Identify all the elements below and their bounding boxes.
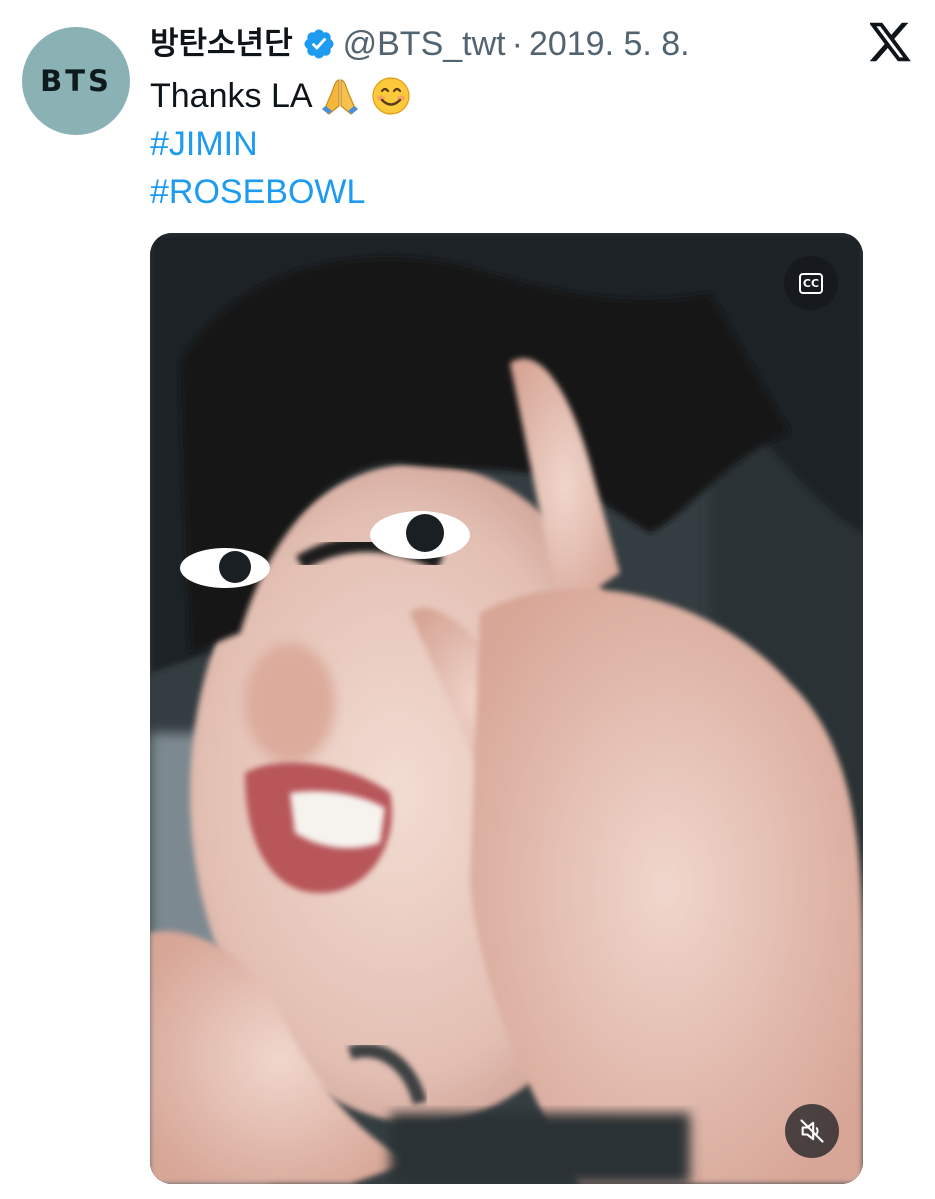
video-frame: [150, 233, 863, 1184]
tweet-first-line: Thanks LA: [150, 72, 411, 120]
hashtag-link[interactable]: #JIMIN: [150, 120, 411, 168]
avatar[interactable]: BTS: [22, 27, 130, 135]
tweet-date[interactable]: 2019. 5. 8.: [529, 22, 690, 66]
tweet-body: Thanks LA #JIMIN #ROSEBOWL: [150, 72, 411, 216]
tweet-header: 방탄소년단 @BTS_twt · 2019. 5. 8.: [150, 22, 690, 66]
avatar-label: BTS: [40, 64, 112, 98]
author-name[interactable]: 방탄소년단: [150, 22, 293, 66]
author-handle[interactable]: @BTS_twt: [343, 22, 506, 66]
folded-hands-icon: [321, 79, 358, 115]
x-logo-icon[interactable]: [870, 22, 912, 62]
unmute-button[interactable]: [785, 1104, 839, 1158]
hashtag-link[interactable]: #ROSEBOWL: [150, 168, 411, 216]
tweet-text: Thanks LA: [150, 77, 313, 115]
smiling-face-icon: [371, 77, 410, 115]
verified-badge-icon: [304, 29, 334, 59]
closed-captions-button[interactable]: CC: [784, 256, 838, 310]
closed-captions-icon: CC: [799, 272, 823, 294]
muted-speaker-icon: [800, 1119, 824, 1143]
video-player[interactable]: CC: [150, 233, 863, 1184]
separator-dot: ·: [511, 25, 523, 63]
